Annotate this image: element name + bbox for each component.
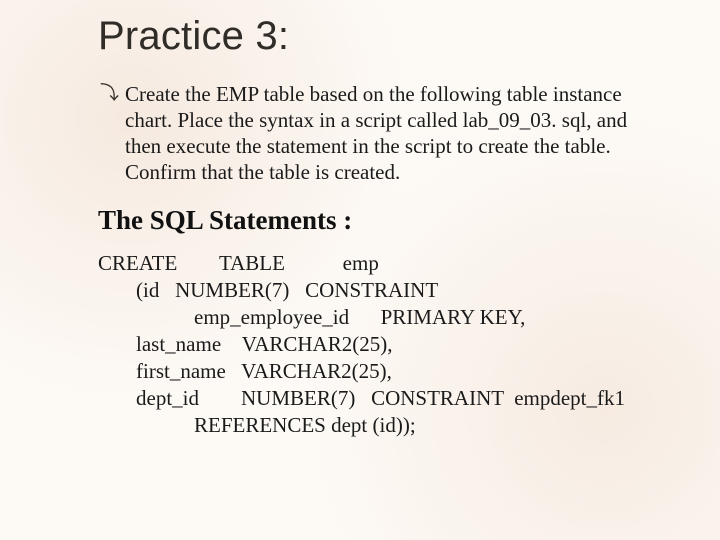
- sql-line: emp_employee_id PRIMARY KEY,: [98, 304, 660, 331]
- sql-line: REFERENCES dept (id));: [98, 412, 660, 439]
- bullet-icon: ⤵: [100, 81, 119, 107]
- sql-line: (id NUMBER(7) CONSTRAINT: [98, 277, 660, 304]
- sql-line: first_name VARCHAR2(25),: [98, 358, 660, 385]
- bullet-text: Create the EMP table based on the follow…: [125, 81, 660, 185]
- sql-block: CREATE TABLE emp (id NUMBER(7) CONSTRAIN…: [98, 250, 660, 439]
- sql-subheading: The SQL Statements :: [98, 205, 660, 236]
- sql-line: dept_id NUMBER(7) CONSTRAINT empdept_fk1: [98, 385, 660, 412]
- bullet-item: ⤵ Create the EMP table based on the foll…: [100, 81, 660, 185]
- sql-line: last_name VARCHAR2(25),: [98, 331, 660, 358]
- slide: Practice 3: ⤵ Create the EMP table based…: [0, 0, 720, 540]
- slide-title: Practice 3:: [98, 14, 660, 59]
- sql-line: CREATE TABLE emp: [98, 250, 660, 277]
